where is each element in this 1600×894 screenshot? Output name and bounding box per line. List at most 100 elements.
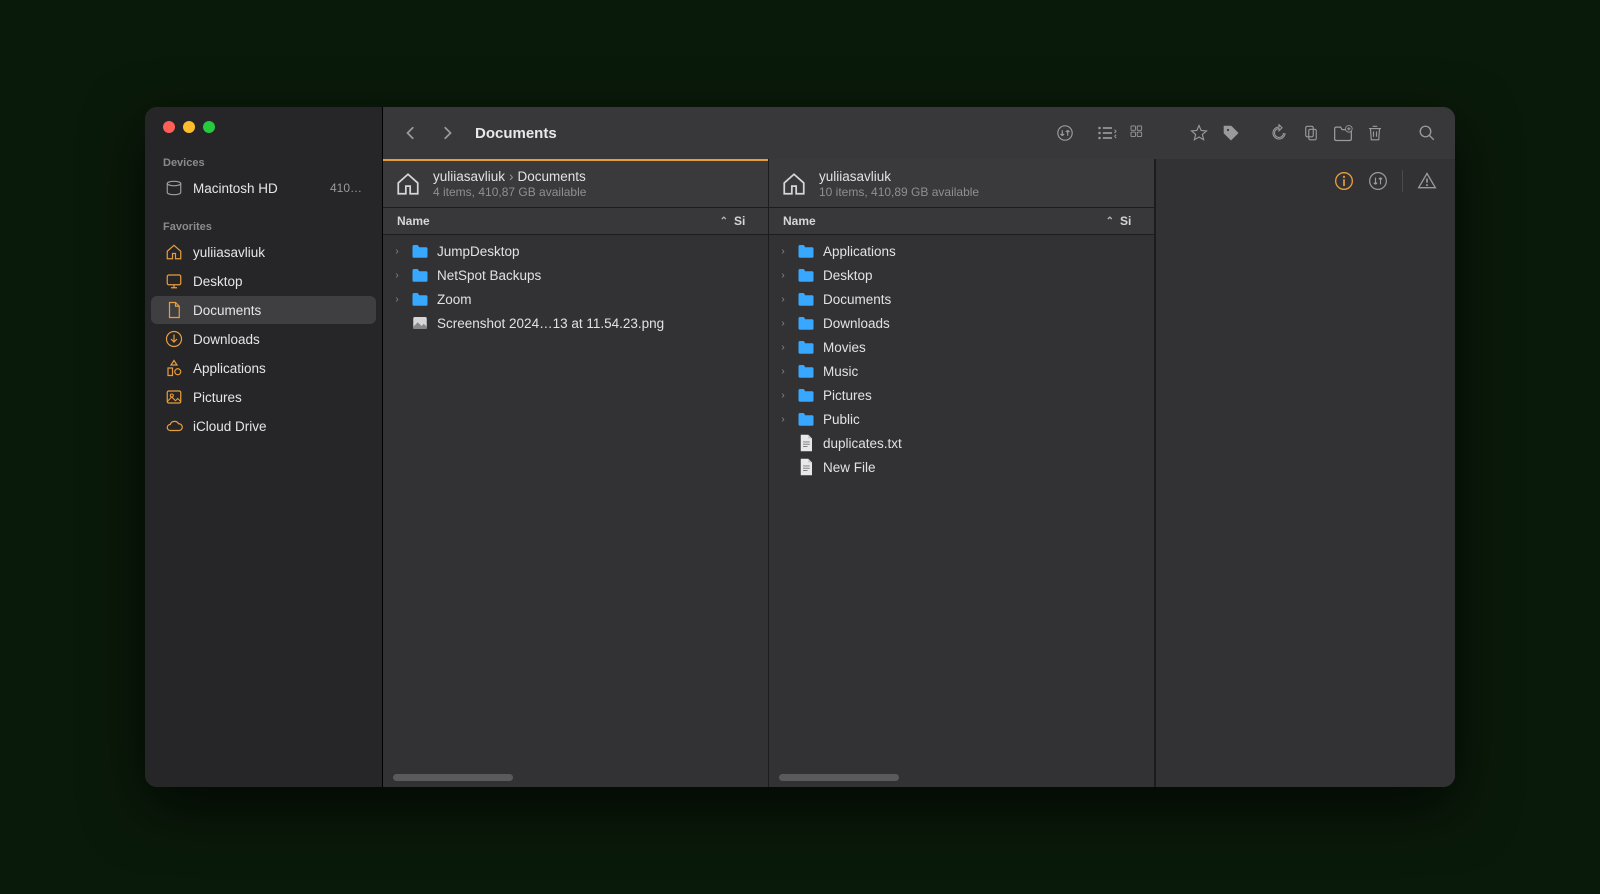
sidebar-item-icloud[interactable]: iCloud Drive xyxy=(151,412,376,440)
file-name: JumpDesktop xyxy=(437,244,520,259)
pane-right: yuliiasavliuk10 items, 410,89 GB availab… xyxy=(769,159,1155,787)
desktop-icon xyxy=(165,272,183,290)
image-file-icon xyxy=(411,314,429,332)
breadcrumb: yuliiasavliuk›Documents xyxy=(433,169,586,184)
trash-button[interactable] xyxy=(1361,119,1389,147)
new-folder-button[interactable] xyxy=(1329,119,1357,147)
disclosure-triangle-icon[interactable]: › xyxy=(777,390,789,401)
forward-button[interactable] xyxy=(433,119,461,147)
sidebar-item-label: Desktop xyxy=(193,274,243,289)
file-name: NetSpot Backups xyxy=(437,268,541,283)
file-name: Music xyxy=(823,364,858,379)
home-icon xyxy=(393,169,423,199)
sidebar-item-label: Macintosh HD xyxy=(193,181,278,196)
breadcrumb-segment[interactable]: Documents xyxy=(518,169,586,184)
sort-button[interactable] xyxy=(1051,119,1079,147)
column-name[interactable]: Name xyxy=(783,214,1106,228)
file-row[interactable]: ›Desktop xyxy=(769,263,1154,287)
folder-icon xyxy=(797,266,815,284)
sidebar-item-pictures[interactable]: Pictures xyxy=(151,383,376,411)
view-list-button[interactable] xyxy=(1093,119,1121,147)
sidebar-item-badge: 410… xyxy=(330,181,362,195)
minimize-window-button[interactable] xyxy=(183,121,195,133)
file-row[interactable]: duplicates.txt xyxy=(769,431,1154,455)
fullscreen-window-button[interactable] xyxy=(203,121,215,133)
file-row[interactable]: › Downloads xyxy=(769,311,1154,335)
breadcrumb: yuliiasavliuk xyxy=(819,169,979,184)
sort-indicator-icon: ⌃ xyxy=(720,216,728,227)
file-row[interactable]: ›Zoom xyxy=(383,287,768,311)
file-row[interactable]: › Pictures xyxy=(769,383,1154,407)
close-window-button[interactable] xyxy=(163,121,175,133)
sync-button[interactable] xyxy=(1265,119,1293,147)
pane-status: 10 items, 410,89 GB available xyxy=(819,185,979,199)
file-row[interactable]: › NetSpot Backups xyxy=(383,263,768,287)
file-name: New File xyxy=(823,460,876,475)
disclosure-triangle-icon[interactable]: › xyxy=(391,294,403,305)
dual-pane-area: yuliiasavliuk›Documents4 items, 410,87 G… xyxy=(383,159,1455,787)
search-button[interactable] xyxy=(1413,119,1441,147)
folder-icon xyxy=(411,242,429,260)
folder-icon xyxy=(797,290,815,308)
column-header[interactable]: Name⌃ Si xyxy=(769,208,1154,235)
sidebar-item-applications[interactable]: Applications xyxy=(151,354,376,382)
tag-button[interactable] xyxy=(1217,119,1245,147)
file-row[interactable]: ›Public xyxy=(769,407,1154,431)
disclosure-triangle-icon[interactable]: › xyxy=(777,342,789,353)
horizontal-scrollbar[interactable] xyxy=(393,774,513,781)
file-row[interactable]: › Music xyxy=(769,359,1154,383)
copy-button[interactable] xyxy=(1297,119,1325,147)
file-name: duplicates.txt xyxy=(823,436,902,451)
view-grid-button[interactable] xyxy=(1125,119,1165,147)
disclosure-triangle-icon[interactable]: › xyxy=(391,270,403,281)
file-name: Applications xyxy=(823,244,896,259)
file-row[interactable]: › Applications xyxy=(769,239,1154,263)
folder-icon xyxy=(797,410,815,428)
disclosure-triangle-icon[interactable]: › xyxy=(777,270,789,281)
sidebar-item-macintosh-hd[interactable]: Macintosh HD 410… xyxy=(151,174,376,202)
file-row[interactable]: ›Documents xyxy=(769,287,1154,311)
file-row[interactable]: › JumpDesktop xyxy=(383,239,768,263)
file-list[interactable]: ›Applications›Desktop›Documents›Download… xyxy=(769,235,1154,787)
disclosure-triangle-icon[interactable]: › xyxy=(777,246,789,257)
sidebar-item-downloads[interactable]: Downloads xyxy=(151,325,376,353)
download-icon xyxy=(165,330,183,348)
file-name: Downloads xyxy=(823,316,890,331)
disclosure-triangle-icon[interactable]: › xyxy=(777,294,789,305)
file-list[interactable]: › JumpDesktop › NetSpot Backups ›ZoomScreens… xyxy=(383,235,768,787)
info-icon[interactable] xyxy=(1332,169,1356,193)
disclosure-triangle-icon[interactable]: › xyxy=(777,318,789,329)
back-button[interactable] xyxy=(397,119,425,147)
sidebar-item-desktop[interactable]: Desktop xyxy=(151,267,376,295)
info-panel xyxy=(1155,159,1455,787)
toolbar: Documents xyxy=(383,107,1455,159)
disclosure-triangle-icon[interactable]: › xyxy=(777,414,789,425)
sidebar-item-documents[interactable]: Documents xyxy=(151,296,376,324)
disclosure-triangle-icon[interactable]: › xyxy=(777,366,789,377)
folder-icon xyxy=(797,242,815,260)
file-row[interactable]: ›Movies xyxy=(769,335,1154,359)
column-header[interactable]: Name⌃ Si xyxy=(383,208,768,235)
sidebar-item-home[interactable]: yuliiasavliuk xyxy=(151,238,376,266)
favorite-button[interactable] xyxy=(1185,119,1213,147)
folder-icon xyxy=(411,290,429,308)
horizontal-scrollbar[interactable] xyxy=(779,774,899,781)
warning-icon[interactable] xyxy=(1415,169,1439,193)
sort-indicator-icon: ⌃ xyxy=(1106,216,1114,227)
disclosure-triangle-icon[interactable]: › xyxy=(391,246,403,257)
window-controls xyxy=(145,121,382,151)
sort-info-icon[interactable] xyxy=(1366,169,1390,193)
column-name[interactable]: Name xyxy=(397,214,720,228)
home-icon xyxy=(779,169,809,199)
file-name: Pictures xyxy=(823,388,872,403)
sidebar-section-heading: Devices xyxy=(145,151,382,173)
column-size[interactable]: Si xyxy=(1120,214,1140,228)
file-row[interactable]: New File xyxy=(769,455,1154,479)
breadcrumb-segment[interactable]: yuliiasavliuk xyxy=(433,169,505,184)
column-size[interactable]: Si xyxy=(734,214,754,228)
text-file-icon xyxy=(797,434,815,452)
pics-icon xyxy=(165,388,183,406)
file-row[interactable]: Screenshot 2024…13 at 11.54.23.png xyxy=(383,311,768,335)
window-title: Documents xyxy=(475,125,557,142)
breadcrumb-segment[interactable]: yuliiasavliuk xyxy=(819,169,891,184)
